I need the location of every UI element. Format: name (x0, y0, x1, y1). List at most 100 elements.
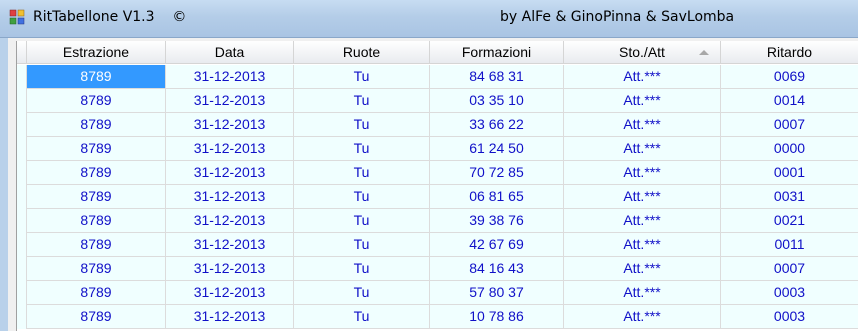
grid-header-row: Estrazione Data Ruote Formazioni Sto./Att Rit… (17, 41, 858, 64)
results-grid[interactable]: Estrazione Data Ruote Formazioni Sto./Att Rit… (16, 41, 858, 331)
window-titlebar[interactable]: RitTabellone V1.3 © by AlFe & GinoPinna … (0, 0, 858, 38)
app-icon[interactable] (9, 9, 25, 25)
cell-ritardo[interactable]: 0069 (721, 65, 858, 88)
cell-estrazione[interactable]: 8789 (27, 209, 166, 232)
table-row[interactable]: 8789 31-12-2013 Tu 33 66 22 Att.*** 0007 (17, 113, 858, 137)
cell-sto-att[interactable]: Att.*** (564, 257, 721, 280)
cell-estrazione[interactable]: 8789 (27, 89, 166, 112)
cell-formazioni[interactable]: 10 78 86 (430, 305, 564, 328)
header-col-estrazione[interactable]: Estrazione (27, 41, 166, 64)
cell-sto-att[interactable]: Att.*** (564, 89, 721, 112)
header-col-ruote[interactable]: Ruote (294, 41, 430, 64)
table-row[interactable]: 8789 31-12-2013 Tu 06 81 65 Att.*** 0031 (17, 185, 858, 209)
cell-data[interactable]: 31-12-2013 (166, 209, 294, 232)
cell-data[interactable]: 31-12-2013 (166, 305, 294, 328)
cell-data[interactable]: 31-12-2013 (166, 113, 294, 136)
header-col-data[interactable]: Data (166, 41, 294, 64)
table-row[interactable]: 8789 31-12-2013 Tu 39 38 76 Att.*** 0021 (17, 209, 858, 233)
cell-data[interactable]: 31-12-2013 (166, 281, 294, 304)
cell-sto-att[interactable]: Att.*** (564, 281, 721, 304)
cell-formazioni[interactable]: 03 35 10 (430, 89, 564, 112)
cell-formazioni[interactable]: 33 66 22 (430, 113, 564, 136)
row-header[interactable] (17, 161, 27, 185)
cell-estrazione[interactable]: 8789 (27, 185, 166, 208)
cell-estrazione[interactable]: 8789 (27, 257, 166, 280)
cell-sto-att[interactable]: Att.*** (564, 185, 721, 208)
cell-estrazione[interactable]: 8789 (27, 65, 166, 88)
cell-ritardo[interactable]: 0003 (721, 281, 858, 304)
cell-formazioni[interactable]: 61 24 50 (430, 137, 564, 160)
cell-formazioni[interactable]: 42 67 69 (430, 233, 564, 256)
row-header[interactable] (17, 137, 27, 161)
table-row[interactable]: 8789 31-12-2013 Tu 10 78 86 Att.*** 0003 (17, 305, 858, 329)
cell-ritardo[interactable]: 0001 (721, 161, 858, 184)
cell-sto-att[interactable]: Att.*** (564, 233, 721, 256)
table-row[interactable]: 8789 31-12-2013 Tu 42 67 69 Att.*** 0011 (17, 233, 858, 257)
table-row[interactable]: 8789 31-12-2013 Tu 70 72 85 Att.*** 0001 (17, 161, 858, 185)
cell-ruote[interactable]: Tu (294, 137, 430, 160)
row-header[interactable] (17, 185, 27, 209)
cell-ruote[interactable]: Tu (294, 233, 430, 256)
cell-ruote[interactable]: Tu (294, 89, 430, 112)
authors-text: by AlFe & GinoPinna & SavLomba (500, 9, 735, 25)
cell-estrazione[interactable]: 8789 (27, 233, 166, 256)
cell-formazioni[interactable]: 84 68 31 (430, 65, 564, 88)
header-col-ritardo[interactable]: Ritardo (721, 41, 858, 64)
cell-estrazione[interactable]: 8789 (27, 113, 166, 136)
cell-ritardo[interactable]: 0031 (721, 185, 858, 208)
cell-formazioni[interactable]: 70 72 85 (430, 161, 564, 184)
cell-sto-att[interactable]: Att.*** (564, 113, 721, 136)
cell-ruote[interactable]: Tu (294, 113, 430, 136)
cell-ritardo[interactable]: 0007 (721, 257, 858, 280)
cell-ruote[interactable]: Tu (294, 209, 430, 232)
cell-data[interactable]: 31-12-2013 (166, 233, 294, 256)
cell-ritardo[interactable]: 0021 (721, 209, 858, 232)
cell-ritardo[interactable]: 0011 (721, 233, 858, 256)
row-header[interactable] (17, 209, 27, 233)
cell-data[interactable]: 31-12-2013 (166, 89, 294, 112)
row-header[interactable] (17, 65, 27, 89)
table-row[interactable]: 8789 31-12-2013 Tu 57 80 37 Att.*** 0003 (17, 281, 858, 305)
row-header[interactable] (17, 257, 27, 281)
header-col-formazioni[interactable]: Formazioni (430, 41, 564, 64)
cell-data[interactable]: 31-12-2013 (166, 137, 294, 160)
cell-sto-att[interactable]: Att.*** (564, 65, 721, 88)
cell-formazioni[interactable]: 06 81 65 (430, 185, 564, 208)
cell-formazioni[interactable]: 39 38 76 (430, 209, 564, 232)
cell-ruote[interactable]: Tu (294, 65, 430, 88)
cell-estrazione[interactable]: 8789 (27, 137, 166, 160)
cell-sto-att[interactable]: Att.*** (564, 305, 721, 328)
row-header[interactable] (17, 281, 27, 305)
cell-estrazione[interactable]: 8789 (27, 161, 166, 184)
cell-ruote[interactable]: Tu (294, 305, 430, 328)
cell-formazioni[interactable]: 84 16 43 (430, 257, 564, 280)
cell-data[interactable]: 31-12-2013 (166, 257, 294, 280)
cell-data[interactable]: 31-12-2013 (166, 65, 294, 88)
cell-estrazione[interactable]: 8789 (27, 305, 166, 328)
row-header[interactable] (17, 89, 27, 113)
cell-sto-att[interactable]: Att.*** (564, 137, 721, 160)
cell-ritardo[interactable]: 0003 (721, 305, 858, 328)
cell-sto-att[interactable]: Att.*** (564, 209, 721, 232)
row-header[interactable] (17, 113, 27, 137)
header-col-sto-att[interactable]: Sto./Att (564, 41, 721, 64)
cell-ritardo[interactable]: 0007 (721, 113, 858, 136)
table-row[interactable]: 8789 31-12-2013 Tu 84 68 31 Att.*** 0069 (17, 65, 858, 89)
table-row[interactable]: 8789 31-12-2013 Tu 03 35 10 Att.*** 0014 (17, 89, 858, 113)
row-header[interactable] (17, 305, 27, 329)
table-row[interactable]: 8789 31-12-2013 Tu 61 24 50 Att.*** 0000 (17, 137, 858, 161)
cell-data[interactable]: 31-12-2013 (166, 185, 294, 208)
cell-data[interactable]: 31-12-2013 (166, 161, 294, 184)
cell-ruote[interactable]: Tu (294, 257, 430, 280)
cell-formazioni[interactable]: 57 80 37 (430, 281, 564, 304)
cell-estrazione[interactable]: 8789 (27, 281, 166, 304)
cell-ruote[interactable]: Tu (294, 281, 430, 304)
cell-sto-att[interactable]: Att.*** (564, 161, 721, 184)
cell-ritardo[interactable]: 0000 (721, 137, 858, 160)
cell-ruote[interactable]: Tu (294, 185, 430, 208)
cell-ritardo[interactable]: 0014 (721, 89, 858, 112)
row-header[interactable] (17, 233, 27, 257)
cell-ruote[interactable]: Tu (294, 161, 430, 184)
window-title: RitTabellone V1.3 © (33, 9, 186, 25)
table-row[interactable]: 8789 31-12-2013 Tu 84 16 43 Att.*** 0007 (17, 257, 858, 281)
